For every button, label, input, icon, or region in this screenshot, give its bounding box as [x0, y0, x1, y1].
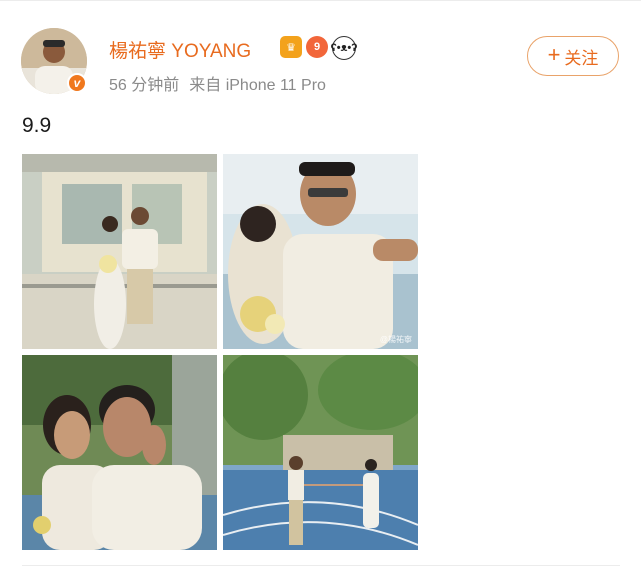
- follow-button[interactable]: + 关注: [527, 36, 619, 76]
- post-text: 9.9: [22, 114, 52, 137]
- panda-badge-icon[interactable]: ʕ•ᴥ•ʔ: [331, 36, 357, 60]
- level-badge-icon[interactable]: 9: [306, 36, 328, 58]
- crown-badge-icon[interactable]: ♛: [280, 36, 302, 58]
- bottom-divider: [22, 565, 620, 566]
- photo-grid: @楊祐寧: [22, 154, 418, 550]
- photo-laughing-couple[interactable]: [22, 355, 217, 550]
- top-divider: [0, 0, 641, 1]
- plus-icon: +: [547, 42, 561, 67]
- post-meta: 56 分钟前 来自 iPhone 11 Pro: [109, 71, 326, 95]
- username[interactable]: 楊祐寧 YOYANG: [109, 36, 251, 63]
- post-source: 来自 iPhone 11 Pro: [189, 77, 326, 94]
- post-time: 56 分钟前: [109, 77, 180, 94]
- photo-selfie-kiss[interactable]: @楊祐寧: [223, 154, 418, 349]
- photo-couple-by-shop[interactable]: [22, 154, 217, 349]
- photo-couple-on-track[interactable]: [223, 355, 418, 550]
- follow-label: 关注: [564, 48, 599, 68]
- verified-icon: v: [67, 73, 87, 93]
- user-badges: ♛ 9 ʕ•ᴥ•ʔ: [280, 36, 357, 60]
- photo-watermark: @楊祐寧: [379, 335, 412, 344]
